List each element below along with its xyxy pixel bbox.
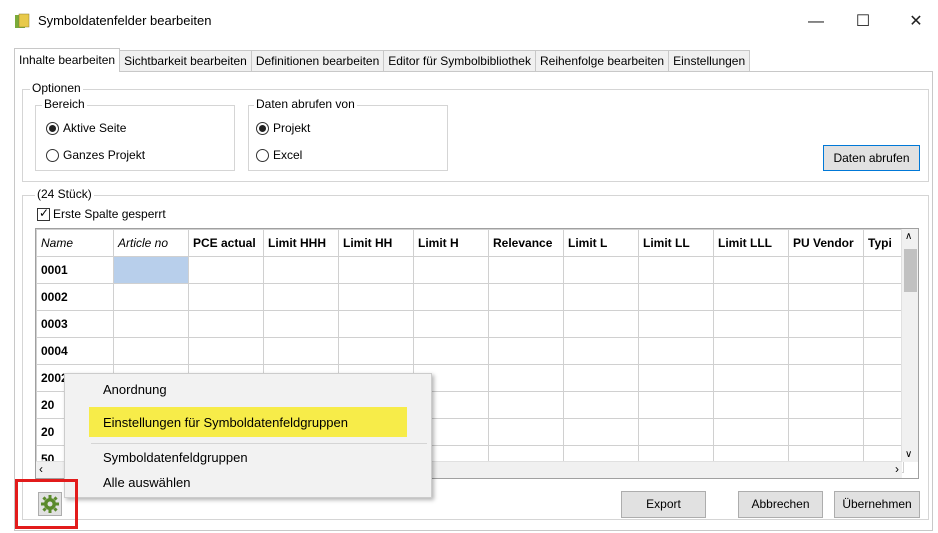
row-name-cell[interactable]: 0002 [36,283,114,311]
col-header[interactable]: PCE actual [188,229,264,257]
scroll-left-icon[interactable]: ‹ [39,462,43,476]
window-title: Symboldatenfelder bearbeiten [38,13,212,28]
tab-sichtbarkeit[interactable]: Sichtbarkeit bearbeiten [119,50,252,72]
radio-unchecked-icon [256,148,269,162]
col-header[interactable]: Relevance [488,229,564,257]
row-name-cell[interactable]: 0003 [36,310,114,338]
radio-checked-icon [46,121,59,135]
table-row[interactable]: 0001 [36,256,904,284]
scroll-down-icon[interactable]: ∨ [905,449,912,460]
app-icon [15,13,30,28]
article-cell[interactable] [113,310,189,338]
table-header-row: Name Article no PCE actual Limit HHH Lim… [36,229,904,257]
menu-item-alle-auswaehlen[interactable]: Alle auswählen [103,475,190,490]
close-button[interactable]: ✕ [896,8,936,36]
context-menu: Anordnung Einstellungen für Symboldatenf… [64,373,432,498]
col-header[interactable]: PU Vendor [788,229,864,257]
freeze-checkbox[interactable] [37,206,50,221]
col-header[interactable]: Limit HH [338,229,414,257]
col-header[interactable]: Limit H [413,229,489,257]
radio-excel-label: Excel [273,148,303,162]
minimize-button[interactable]: — [796,8,836,36]
article-cell[interactable] [113,283,189,311]
radio-projekt[interactable]: Projekt [256,121,310,135]
radio-excel[interactable]: Excel [256,148,302,162]
table-row[interactable]: 0002 [36,283,904,311]
row-name-cell[interactable]: 0004 [36,337,114,365]
col-header[interactable]: Limit L [563,229,639,257]
daten-abrufen-button[interactable]: Daten abrufen [823,145,920,171]
options-label: Optionen [30,81,83,95]
tab-inhalte[interactable]: Inhalte bearbeiten [14,48,121,72]
daten-label: Daten abrufen von [254,97,357,111]
col-header[interactable]: Limit LL [638,229,714,257]
radio-aktive-seite-label: Aktive Seite [63,121,127,135]
tab-definitionen[interactable]: Definitionen bearbeiten [250,50,385,72]
col-header[interactable]: Typi [863,229,904,257]
col-header[interactable]: Name [36,229,114,257]
row-name-cell[interactable]: 0001 [36,256,114,284]
maximize-button[interactable]: ☐ [843,8,883,36]
radio-unchecked-icon [46,148,59,162]
export-button[interactable]: Export [621,491,706,518]
count-label: (24 Stück) [35,187,94,201]
menu-item-anordnung[interactable]: Anordnung [103,382,167,397]
vertical-scrollbar[interactable]: ∧ ∨ [901,229,918,462]
menu-separator [91,443,427,444]
tab-editor[interactable]: Editor für Symbolbibliothek [383,50,536,72]
radio-ganzes-projekt-label: Ganzes Projekt [63,148,146,162]
article-cell[interactable] [113,337,189,365]
freeze-label: Erste Spalte gesperrt [53,207,166,221]
radio-checked-icon [256,121,269,135]
menu-item-symboldatenfeldgruppen[interactable]: Symboldatenfeldgruppen [103,450,248,465]
scroll-up-icon[interactable]: ∧ [905,231,912,242]
table-row[interactable]: 0004 [36,337,904,365]
tab-einstellungen[interactable]: Einstellungen [668,50,751,72]
radio-ganzes-projekt[interactable]: Ganzes Projekt [46,148,145,162]
col-header[interactable]: Article no [113,229,189,257]
article-cell[interactable] [113,256,189,284]
annotation-highlight-box [15,479,78,529]
bereich-label: Bereich [42,97,87,111]
menu-item-einstellungen[interactable]: Einstellungen für Symboldatenfeldgruppen [103,415,348,430]
scroll-thumb[interactable] [904,249,917,292]
scroll-right-icon[interactable]: › [895,462,899,476]
tab-reihenfolge[interactable]: Reihenfolge bearbeiten [534,50,670,72]
table-row[interactable]: 0003 [36,310,904,338]
radio-projekt-label: Projekt [273,121,311,135]
radio-aktive-seite[interactable]: Aktive Seite [46,121,126,135]
cancel-button[interactable]: Abbrechen [738,491,823,518]
col-header[interactable]: Limit HHH [263,229,339,257]
col-header[interactable]: Limit LLL [713,229,789,257]
title-bar: Symboldatenfelder bearbeiten — ☐ ✕ [0,0,938,44]
tab-bar: Inhalte bearbeiten Sichtbarkeit bearbeit… [14,48,751,72]
apply-button[interactable]: Übernehmen [834,491,920,518]
